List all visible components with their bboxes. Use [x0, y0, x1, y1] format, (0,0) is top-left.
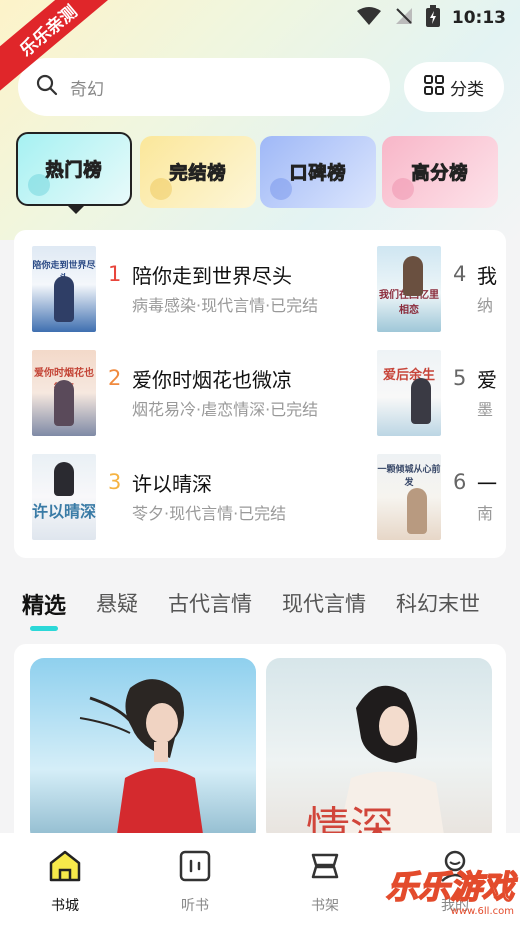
- rank-number: 3: [108, 470, 122, 494]
- tab-suspense[interactable]: 悬疑: [96, 588, 138, 618]
- rank-number: 1: [108, 262, 122, 286]
- nav-label: 书架: [311, 898, 339, 914]
- battery-icon: [425, 5, 440, 31]
- tab-label: 完结榜: [169, 163, 227, 185]
- book-title: 爱你时烟花也微凉: [132, 368, 292, 392]
- watermark-site-name: 乐乐游戏: [385, 867, 515, 907]
- nav-label: 书城: [51, 898, 79, 914]
- book-meta: 烟花易冷·虐恋情深·已完结: [132, 400, 319, 419]
- list-item[interactable]: 爱你时烟花也微凉 2 爱你时烟花也微凉 烟花易冷·虐恋情深·已完结: [32, 350, 372, 438]
- tab-completed-ranking[interactable]: 完结榜: [140, 136, 256, 208]
- book-cover: 我们在回忆里相恋: [377, 246, 441, 332]
- bookshelf-icon: [308, 849, 342, 887]
- active-tab-pointer: [68, 206, 84, 214]
- genre-tabs: 精选 悬疑 古代言情 现代言情 科幻末世: [22, 588, 512, 638]
- search-row: 奇幻 分类: [18, 58, 504, 116]
- tab-modern-romance[interactable]: 现代言情: [282, 588, 366, 618]
- book-meta: 南: [477, 504, 494, 523]
- status-time: 10:13: [451, 8, 506, 28]
- search-placeholder: 奇幻: [70, 79, 104, 100]
- list-item[interactable]: 陪你走到世界尽头 1 陪你走到世界尽头 病毒感染·现代言情·已完结: [32, 246, 372, 334]
- featured-book-image[interactable]: [30, 658, 256, 844]
- list-item[interactable]: 许以晴深 3 许以晴深 苓夕·现代言情·已完结: [32, 454, 372, 542]
- search-input[interactable]: 奇幻: [18, 58, 390, 116]
- book-meta: 苓夕·现代言情·已完结: [132, 504, 287, 523]
- nav-bookshelf[interactable]: 书架: [260, 833, 390, 925]
- active-tab-indicator: [30, 626, 58, 631]
- book-cover: 陪你走到世界尽头: [32, 246, 96, 332]
- book-meta: 墨: [477, 400, 494, 419]
- tab-label: 精选: [22, 594, 67, 619]
- book-title: 爱: [477, 368, 497, 392]
- rank-number: 6: [453, 470, 467, 494]
- tab-reputation-ranking[interactable]: 口碑榜: [260, 136, 376, 208]
- book-cover: 许以晴深: [32, 454, 96, 540]
- nav-bookstore[interactable]: 书城: [0, 833, 130, 925]
- tab-label: 口碑榜: [289, 163, 347, 185]
- tab-scifi[interactable]: 科幻末世: [396, 588, 480, 618]
- list-item[interactable]: 爱后余生 5 爱 墨: [377, 350, 506, 438]
- site-watermark: 乐乐游戏 www.6ll.com: [385, 862, 515, 917]
- list-item[interactable]: 我们在回忆里相恋 4 我 纳: [377, 246, 506, 334]
- book-title: 陪你走到世界尽头: [132, 264, 292, 288]
- audio-icon: [178, 849, 212, 887]
- book-meta: 纳: [477, 296, 494, 315]
- rank-number: 5: [453, 366, 467, 390]
- tab-hot-ranking[interactable]: 热门榜: [16, 132, 132, 206]
- nav-audiobook[interactable]: 听书: [130, 833, 260, 925]
- category-label: 分类: [450, 79, 484, 100]
- featured-section: 情深: [14, 644, 506, 844]
- tab-featured[interactable]: 精选: [22, 588, 67, 631]
- book-title: 我: [477, 264, 497, 288]
- book-title: 许以晴深: [132, 472, 212, 496]
- nav-label: 听书: [181, 898, 209, 914]
- ranking-tabs: 热门榜 完结榜 口碑榜 高分榜: [16, 132, 506, 214]
- featured-book-image[interactable]: 情深: [266, 658, 492, 844]
- ranking-list: 陪你走到世界尽头 1 陪你走到世界尽头 病毒感染·现代言情·已完结 爱你时烟花也…: [14, 230, 506, 558]
- wifi-icon: [356, 6, 382, 30]
- book-cover: 一颗倾城从心前发: [377, 454, 441, 540]
- home-icon: [47, 849, 83, 887]
- book-title: 一: [477, 472, 497, 496]
- search-icon: [36, 74, 58, 100]
- no-signal-icon: [394, 6, 414, 30]
- tab-label: 高分榜: [411, 163, 469, 185]
- tab-ancient-romance[interactable]: 古代言情: [168, 588, 252, 618]
- list-item[interactable]: 一颗倾城从心前发 6 一 南: [377, 454, 506, 542]
- rank-number: 4: [453, 262, 467, 286]
- book-cover: 爱你时烟花也微凉: [32, 350, 96, 436]
- rank-number: 2: [108, 366, 122, 390]
- tab-high-score-ranking[interactable]: 高分榜: [382, 136, 498, 208]
- book-meta: 病毒感染·现代言情·已完结: [132, 296, 319, 315]
- tab-label: 热门榜: [45, 160, 103, 182]
- book-cover: 爱后余生: [377, 350, 441, 436]
- grid-icon: [424, 74, 444, 100]
- category-button[interactable]: 分类: [404, 62, 504, 112]
